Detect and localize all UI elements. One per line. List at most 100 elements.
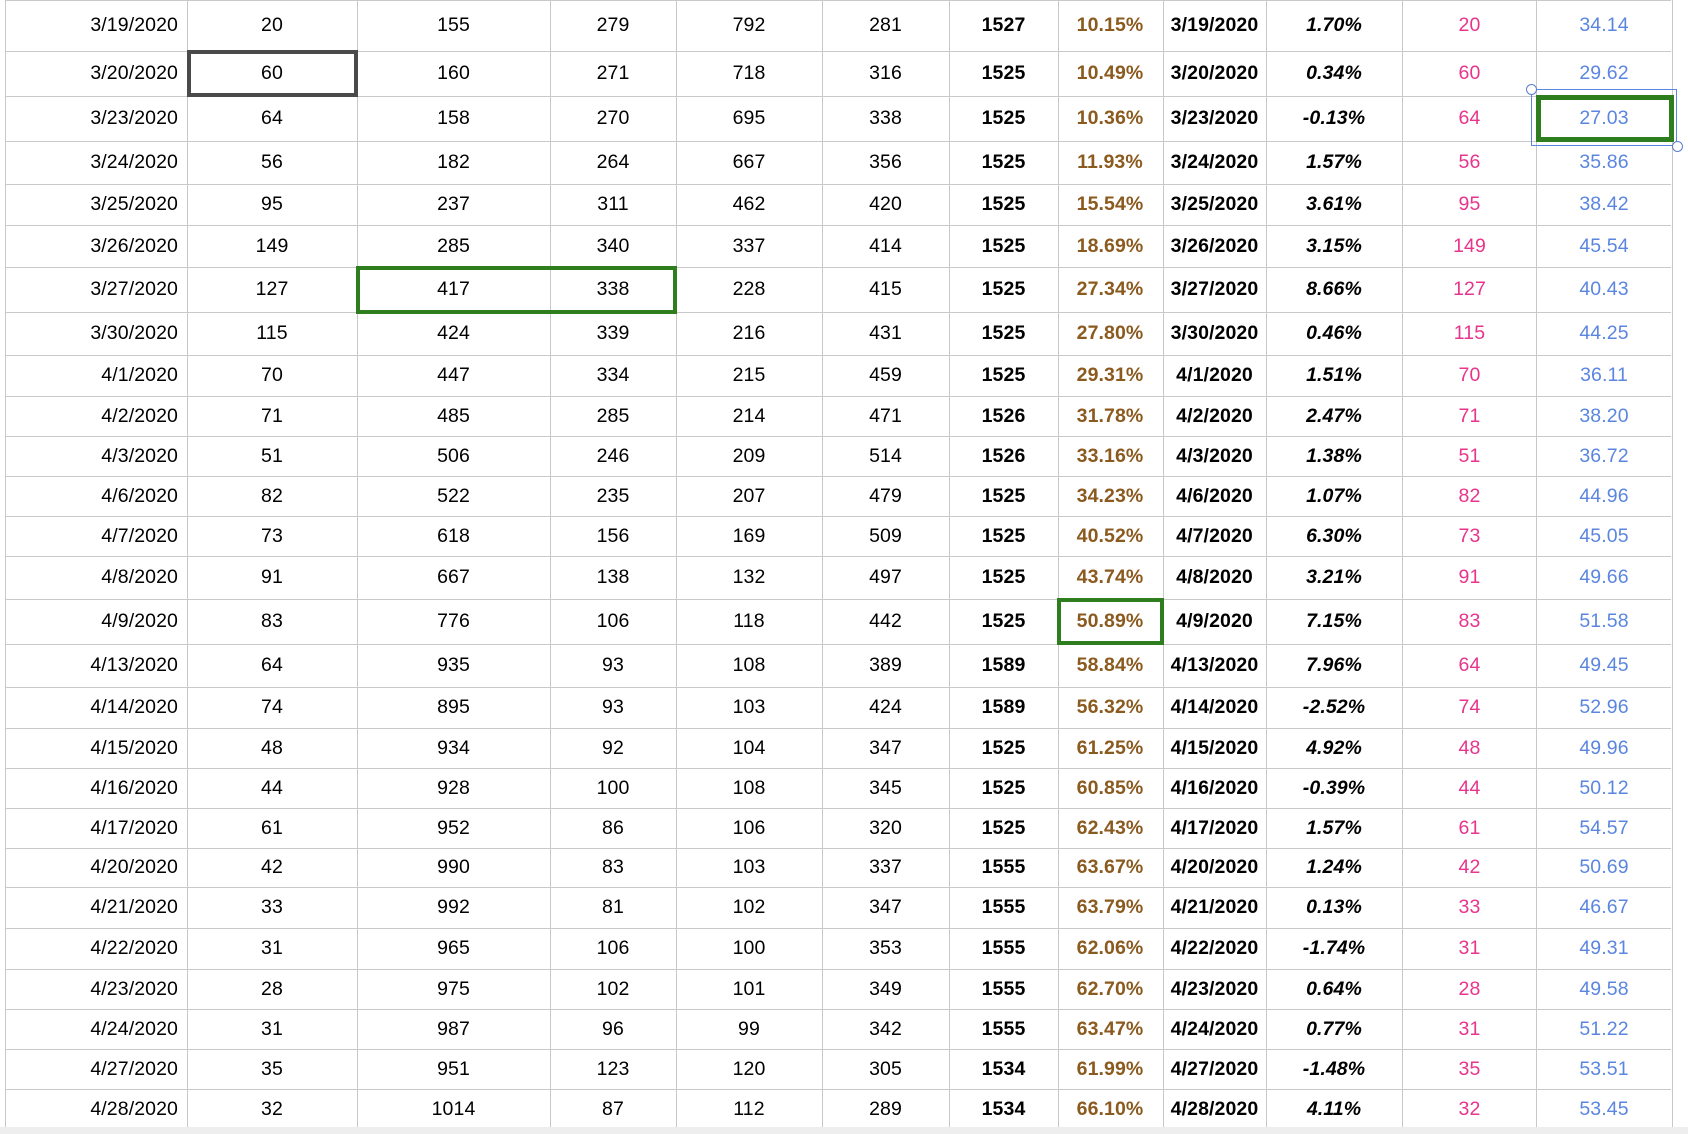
col-d-cell[interactable]: 100 [676, 928, 822, 969]
date-cell[interactable]: 4/16/2020 [5, 768, 187, 808]
date-cell[interactable]: 3/23/2020 [5, 96, 187, 141]
col-e-cell[interactable]: 305 [822, 1049, 949, 1089]
col-d-cell[interactable]: 216 [676, 312, 822, 355]
date-repeat-cell[interactable]: 4/9/2020 [1163, 599, 1266, 644]
blue-value-cell[interactable]: 54.57 [1536, 808, 1672, 848]
col-b-cell[interactable]: 522 [357, 476, 550, 516]
pink-value-cell[interactable]: 48 [1402, 728, 1537, 768]
col-c-cell[interactable]: 340 [550, 225, 676, 267]
col-a-cell[interactable]: 56 [187, 141, 357, 184]
percent-cell[interactable]: 15.54% [1058, 184, 1162, 225]
percent-cell[interactable]: 31.78% [1058, 396, 1162, 436]
col-a-cell[interactable]: 28 [187, 969, 357, 1009]
col-e-cell[interactable]: 420 [822, 184, 949, 225]
date-repeat-cell[interactable]: 4/6/2020 [1163, 476, 1266, 516]
total-cell[interactable]: 1525 [949, 267, 1058, 312]
total-cell[interactable]: 1525 [949, 476, 1058, 516]
date-cell[interactable]: 3/25/2020 [5, 184, 187, 225]
col-c-cell[interactable]: 96 [550, 1009, 676, 1049]
date-cell[interactable]: 4/13/2020 [5, 644, 187, 687]
col-b-cell[interactable]: 987 [357, 1009, 550, 1049]
pink-value-cell[interactable]: 31 [1402, 928, 1537, 969]
date-repeat-cell[interactable]: 4/15/2020 [1163, 728, 1266, 768]
total-cell[interactable]: 1525 [949, 556, 1058, 599]
blue-value-cell[interactable]: 50.69 [1536, 848, 1672, 887]
col-b-cell[interactable]: 928 [357, 768, 550, 808]
change-cell[interactable]: 1.24% [1266, 848, 1402, 887]
date-repeat-cell[interactable]: 3/23/2020 [1163, 96, 1266, 141]
percent-cell[interactable]: 27.34% [1058, 267, 1162, 312]
col-c-cell[interactable]: 235 [550, 476, 676, 516]
col-e-cell[interactable]: 356 [822, 141, 949, 184]
change-cell[interactable]: 0.64% [1266, 969, 1402, 1009]
blue-value-cell[interactable]: 53.51 [1536, 1049, 1672, 1089]
col-d-cell[interactable]: 667 [676, 141, 822, 184]
total-cell[interactable]: 1525 [949, 51, 1058, 96]
col-b-cell[interactable]: 990 [357, 848, 550, 887]
col-a-cell[interactable]: 82 [187, 476, 357, 516]
col-b-cell[interactable]: 485 [357, 396, 550, 436]
date-cell[interactable]: 4/24/2020 [5, 1009, 187, 1049]
col-c-cell[interactable]: 87 [550, 1089, 676, 1129]
percent-cell[interactable]: 66.10% [1058, 1089, 1162, 1129]
percent-cell[interactable]: 62.70% [1058, 969, 1162, 1009]
pink-value-cell[interactable]: 20 [1402, 0, 1537, 51]
date-repeat-cell[interactable]: 4/8/2020 [1163, 556, 1266, 599]
col-d-cell[interactable]: 120 [676, 1049, 822, 1089]
col-a-cell[interactable]: 127 [187, 267, 357, 312]
total-cell[interactable]: 1589 [949, 644, 1058, 687]
blue-value-cell[interactable]: 50.12 [1536, 768, 1672, 808]
pink-value-cell[interactable]: 70 [1402, 355, 1537, 396]
pink-value-cell[interactable]: 31 [1402, 1009, 1537, 1049]
col-d-cell[interactable]: 132 [676, 556, 822, 599]
col-d-cell[interactable]: 99 [676, 1009, 822, 1049]
col-c-cell[interactable]: 338 [550, 267, 676, 312]
col-b-cell[interactable]: 975 [357, 969, 550, 1009]
date-cell[interactable]: 3/26/2020 [5, 225, 187, 267]
col-d-cell[interactable]: 101 [676, 969, 822, 1009]
col-c-cell[interactable]: 246 [550, 436, 676, 476]
percent-cell[interactable]: 61.99% [1058, 1049, 1162, 1089]
date-repeat-cell[interactable]: 4/1/2020 [1163, 355, 1266, 396]
total-cell[interactable]: 1525 [949, 184, 1058, 225]
col-a-cell[interactable]: 70 [187, 355, 357, 396]
col-a-cell[interactable]: 31 [187, 928, 357, 969]
total-cell[interactable]: 1525 [949, 141, 1058, 184]
change-cell[interactable]: 4.11% [1266, 1089, 1402, 1129]
percent-cell[interactable]: 56.32% [1058, 687, 1162, 728]
col-b-cell[interactable]: 160 [357, 51, 550, 96]
blue-value-cell[interactable]: 36.11 [1536, 355, 1672, 396]
date-repeat-cell[interactable]: 4/14/2020 [1163, 687, 1266, 728]
date-cell[interactable]: 4/21/2020 [5, 887, 187, 928]
percent-cell[interactable]: 10.49% [1058, 51, 1162, 96]
blue-value-cell[interactable]: 44.25 [1536, 312, 1672, 355]
percent-cell[interactable]: 11.93% [1058, 141, 1162, 184]
change-cell[interactable]: 0.77% [1266, 1009, 1402, 1049]
pink-value-cell[interactable]: 60 [1402, 51, 1537, 96]
col-d-cell[interactable]: 118 [676, 599, 822, 644]
col-a-cell[interactable]: 83 [187, 599, 357, 644]
date-repeat-cell[interactable]: 4/28/2020 [1163, 1089, 1266, 1129]
total-cell[interactable]: 1525 [949, 728, 1058, 768]
total-cell[interactable]: 1525 [949, 599, 1058, 644]
col-c-cell[interactable]: 86 [550, 808, 676, 848]
date-repeat-cell[interactable]: 4/27/2020 [1163, 1049, 1266, 1089]
col-d-cell[interactable]: 214 [676, 396, 822, 436]
col-a-cell[interactable]: 42 [187, 848, 357, 887]
col-c-cell[interactable]: 339 [550, 312, 676, 355]
date-repeat-cell[interactable]: 3/24/2020 [1163, 141, 1266, 184]
col-b-cell[interactable]: 506 [357, 436, 550, 476]
col-e-cell[interactable]: 337 [822, 848, 949, 887]
date-cell[interactable]: 4/8/2020 [5, 556, 187, 599]
total-cell[interactable]: 1555 [949, 848, 1058, 887]
pink-value-cell[interactable]: 64 [1402, 96, 1537, 141]
col-e-cell[interactable]: 459 [822, 355, 949, 396]
col-e-cell[interactable]: 281 [822, 0, 949, 51]
col-b-cell[interactable]: 952 [357, 808, 550, 848]
col-b-cell[interactable]: 618 [357, 516, 550, 556]
date-repeat-cell[interactable]: 4/2/2020 [1163, 396, 1266, 436]
date-cell[interactable]: 3/30/2020 [5, 312, 187, 355]
col-c-cell[interactable]: 334 [550, 355, 676, 396]
total-cell[interactable]: 1555 [949, 969, 1058, 1009]
col-d-cell[interactable]: 462 [676, 184, 822, 225]
